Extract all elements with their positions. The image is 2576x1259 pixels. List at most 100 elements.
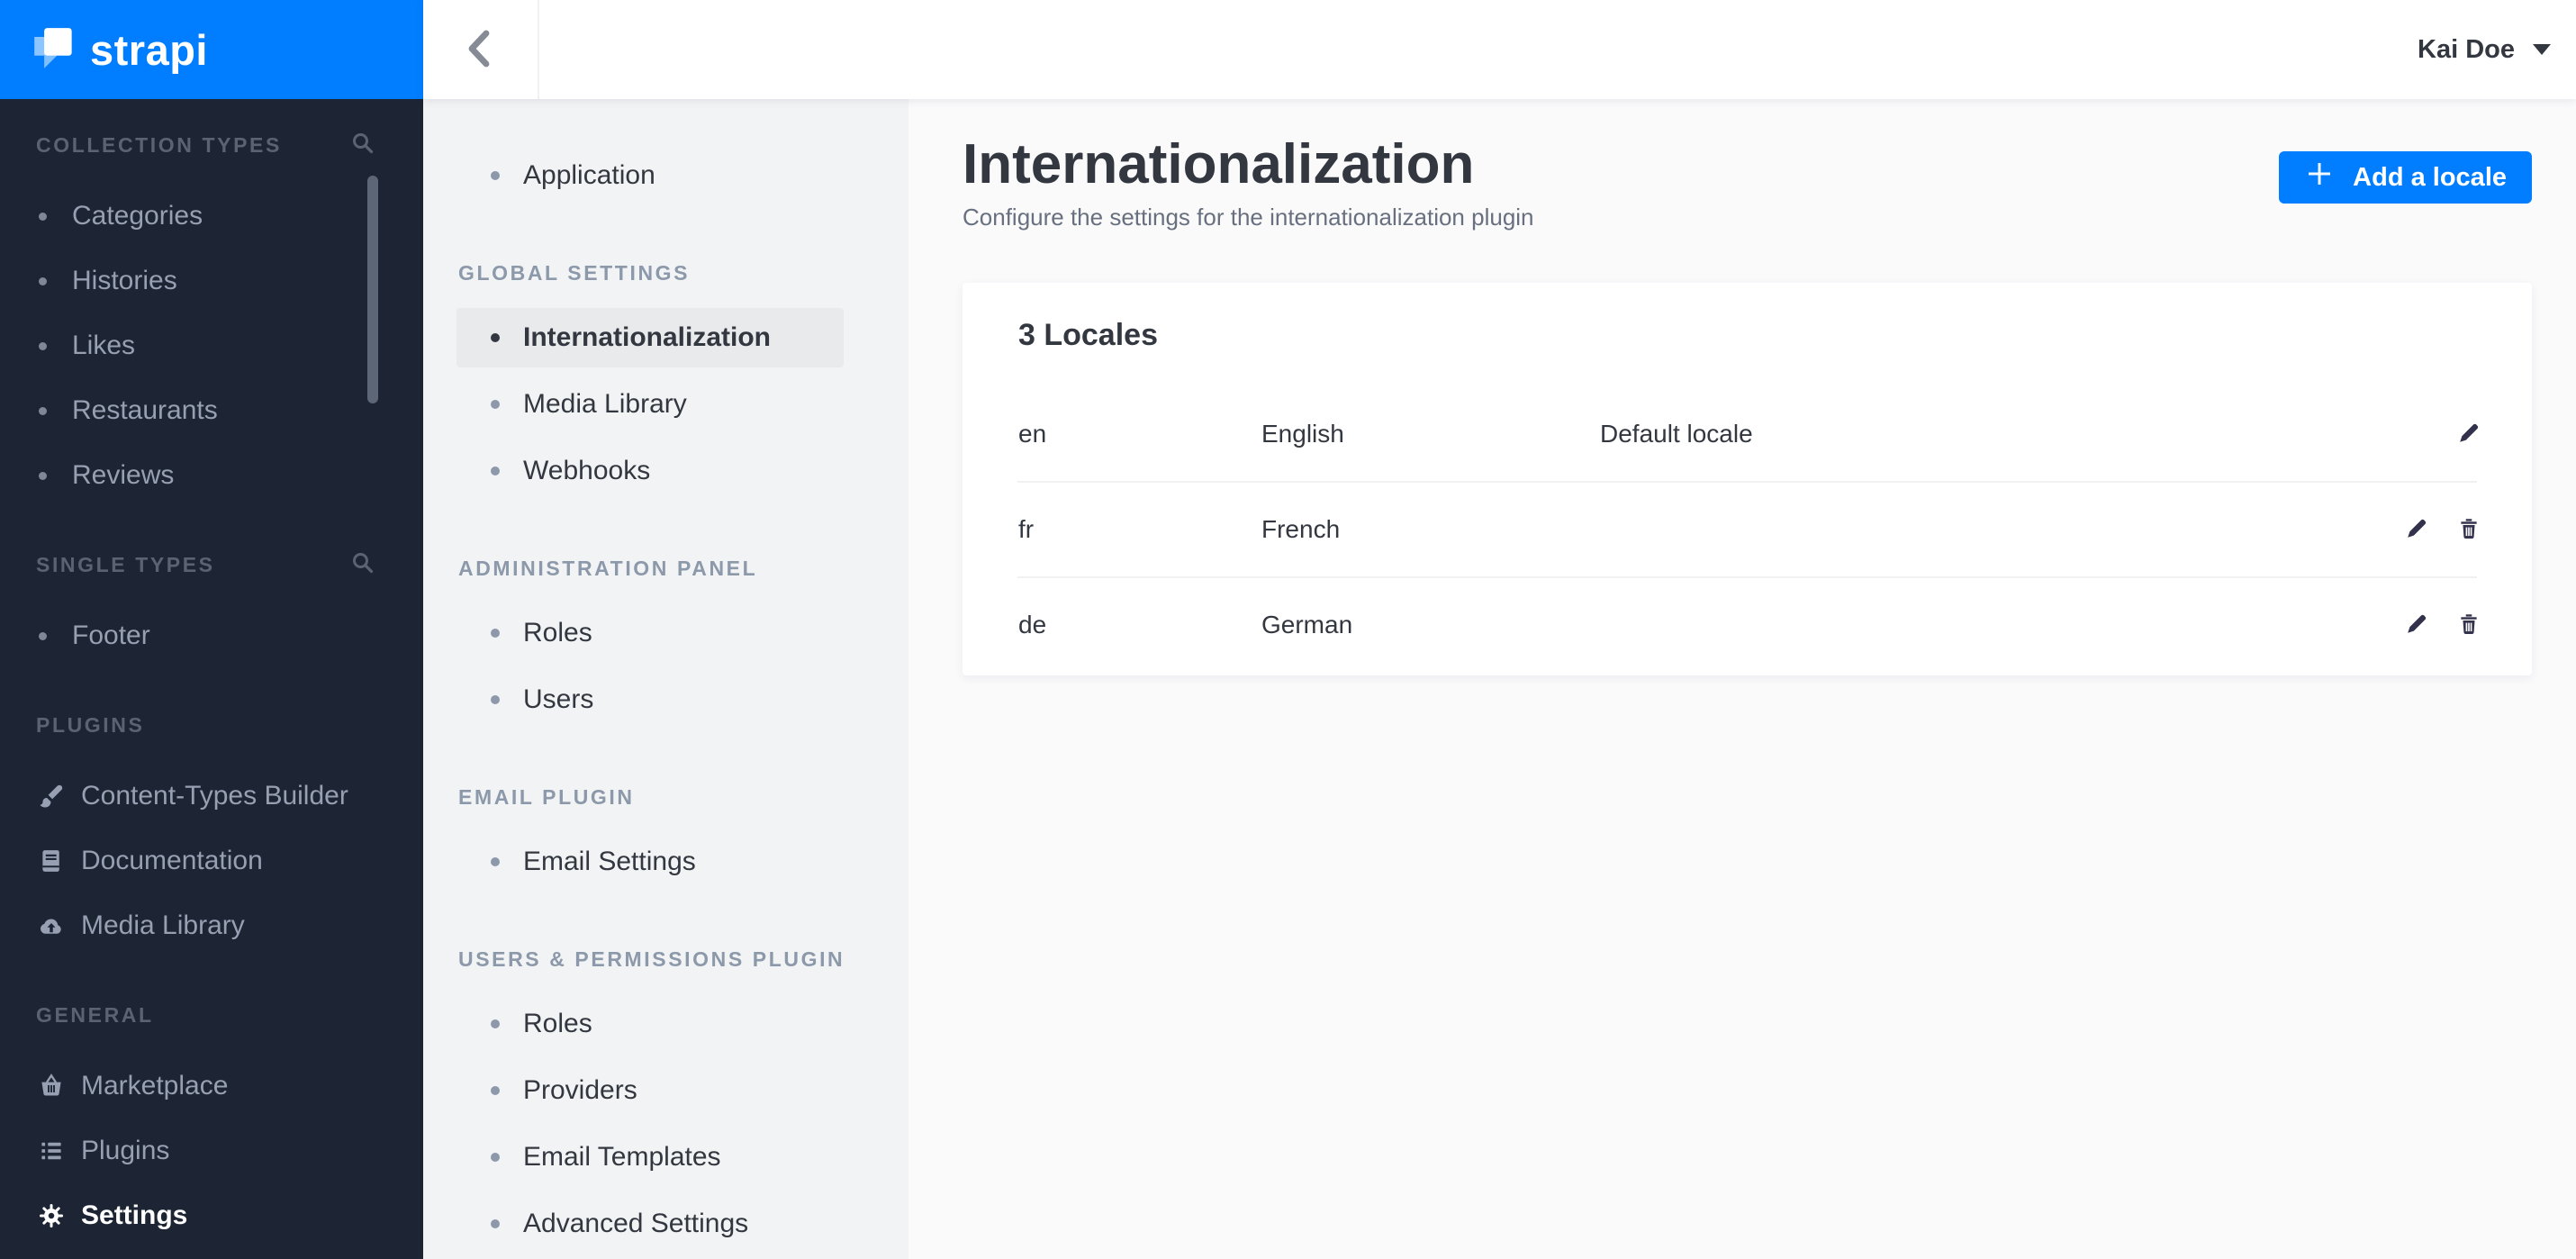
settings-sidebar: Application GLOBAL SETTINGS Internationa… xyxy=(423,99,908,1259)
bullet-icon xyxy=(491,466,500,476)
bullet-icon xyxy=(491,857,500,866)
bullet-icon xyxy=(39,276,47,285)
sidebar-item-settings[interactable]: Settings xyxy=(0,1183,423,1248)
locale-code: fr xyxy=(1018,515,1035,543)
sidebar-item-footer[interactable]: Footer xyxy=(0,603,423,668)
bullet-icon xyxy=(39,406,47,415)
edit-locale-button[interactable] xyxy=(2404,516,2429,544)
sidebar-scrollbar[interactable] xyxy=(367,176,378,403)
bullet-icon xyxy=(491,1219,500,1228)
user-name: Kai Doe xyxy=(2418,34,2515,64)
settings-item-application[interactable]: Application xyxy=(456,146,844,205)
locales-heading: 3 Locales xyxy=(1018,318,1158,352)
section-label: PLUGINS xyxy=(36,712,145,737)
pencil-icon xyxy=(2404,611,2429,639)
sidebar-item-documentation[interactable]: Documentation xyxy=(0,829,423,893)
locale-name: French xyxy=(1261,515,1341,543)
settings-group-label: USERS & PERMISSIONS PLUGIN xyxy=(458,947,845,971)
strapi-logo-icon xyxy=(32,26,76,74)
main-sidebar: strapi COLLECTION TYPES Categories Histo… xyxy=(0,0,423,1259)
section-label: COLLECTION TYPES xyxy=(36,132,282,157)
table-row-en: en English Default locale xyxy=(963,387,2532,481)
bullet-icon xyxy=(39,212,47,221)
sidebar-nav: COLLECTION TYPES Categories Histories Li… xyxy=(0,99,423,1259)
settings-group-label: GLOBAL SETTINGS xyxy=(458,261,691,285)
section-label: GENERAL xyxy=(36,1002,154,1027)
chevron-left-icon xyxy=(463,27,499,73)
sidebar-item-content-types-builder[interactable]: Content-Types Builder xyxy=(0,764,423,829)
sidebar-item-media-library[interactable]: Media Library xyxy=(0,893,423,958)
bullet-icon xyxy=(39,341,47,350)
settings-group-global-settings: GLOBAL SETTINGS Internationalization Med… xyxy=(423,261,908,501)
locale-default-badge: Default locale xyxy=(1600,420,1753,448)
bullet-icon xyxy=(491,1153,500,1162)
settings-item-up-roles[interactable]: Roles xyxy=(456,994,844,1054)
chevron-down-icon xyxy=(2533,44,2551,55)
book-icon xyxy=(36,847,67,874)
table-row-fr: fr French xyxy=(963,483,2532,576)
bullet-icon xyxy=(491,171,500,180)
trash-icon xyxy=(2456,611,2481,639)
bullet-icon xyxy=(491,629,500,638)
sidebar-item-marketplace[interactable]: Marketplace xyxy=(0,1054,423,1119)
settings-group-label: ADMINISTRATION PANEL xyxy=(458,557,758,580)
settings-item-media-library[interactable]: Media Library xyxy=(456,375,844,434)
search-icon[interactable] xyxy=(349,130,376,161)
sidebar-item-categories[interactable]: Categories xyxy=(0,184,423,249)
delete-locale-button[interactable] xyxy=(2456,516,2481,544)
table-row-de: de German xyxy=(963,578,2532,672)
strapi-admin-app: strapi COLLECTION TYPES Categories Histo… xyxy=(0,0,2576,1259)
topbar: Kai Doe xyxy=(423,0,2576,99)
delete-locale-button[interactable] xyxy=(2456,611,2481,639)
section-general: GENERAL Marketplace Plugins Settings xyxy=(0,1001,423,1248)
page-subtitle: Configure the settings for the internati… xyxy=(963,204,1534,231)
settings-item-email-settings[interactable]: Email Settings xyxy=(456,832,844,892)
page-title: Internationalization xyxy=(963,133,1475,195)
brand-header[interactable]: strapi xyxy=(0,0,423,99)
settings-item-advanced-settings[interactable]: Advanced Settings xyxy=(456,1194,844,1254)
settings-item-providers[interactable]: Providers xyxy=(456,1061,844,1120)
locales-table: en English Default locale fr French de G… xyxy=(963,387,2532,672)
section-single-types: SINGLE TYPES Footer xyxy=(0,551,423,668)
bullet-icon xyxy=(491,333,500,342)
search-icon[interactable] xyxy=(349,549,376,581)
sidebar-item-reviews[interactable]: Reviews xyxy=(0,443,423,508)
edit-locale-button[interactable] xyxy=(2456,421,2481,448)
add-locale-button[interactable]: Add a locale xyxy=(2279,151,2532,204)
bullet-icon xyxy=(491,1086,500,1095)
settings-item-webhooks[interactable]: Webhooks xyxy=(456,441,844,501)
settings-item-admin-roles[interactable]: Roles xyxy=(456,603,844,663)
sidebar-item-likes[interactable]: Likes xyxy=(0,313,423,378)
pencil-icon xyxy=(2404,516,2429,544)
cloud-upload-icon xyxy=(36,912,67,939)
settings-item-email-templates[interactable]: Email Templates xyxy=(456,1128,844,1187)
bullet-icon xyxy=(39,631,47,640)
main-content: Internationalization Configure the setti… xyxy=(908,99,2576,1259)
locales-card: 3 Locales en English Default locale fr F… xyxy=(963,283,2532,675)
list-icon xyxy=(36,1137,67,1164)
sidebar-item-plugins[interactable]: Plugins xyxy=(0,1119,423,1183)
brand-name: strapi xyxy=(90,25,208,74)
sidebar-item-restaurants[interactable]: Restaurants xyxy=(0,378,423,443)
locale-name: German xyxy=(1261,611,1353,639)
settings-item-internationalization[interactable]: Internationalization xyxy=(456,308,844,367)
section-collection-types: COLLECTION TYPES Categories Histories Li… xyxy=(0,131,423,508)
settings-item-admin-users[interactable]: Users xyxy=(456,670,844,729)
trash-icon xyxy=(2456,516,2481,544)
section-plugins: PLUGINS Content-Types Builder Documentat… xyxy=(0,711,423,958)
user-menu[interactable]: Kai Doe xyxy=(2418,35,2576,65)
bullet-icon xyxy=(491,695,500,704)
sidebar-item-histories[interactable]: Histories xyxy=(0,249,423,313)
settings-group-users-permissions: USERS & PERMISSIONS PLUGIN Roles Provide… xyxy=(423,947,908,1254)
basket-icon xyxy=(36,1073,67,1100)
page-header: Internationalization Configure the setti… xyxy=(963,133,2532,232)
plus-icon xyxy=(2304,159,2335,196)
content-row: Application GLOBAL SETTINGS Internationa… xyxy=(423,99,2576,1259)
back-button[interactable] xyxy=(423,0,539,99)
gear-icon xyxy=(36,1202,67,1229)
edit-locale-button[interactable] xyxy=(2404,611,2429,639)
locale-name: English xyxy=(1261,420,1344,448)
section-label: SINGLE TYPES xyxy=(36,552,215,576)
locale-code: de xyxy=(1018,611,1047,639)
pencil-icon xyxy=(2456,421,2481,448)
